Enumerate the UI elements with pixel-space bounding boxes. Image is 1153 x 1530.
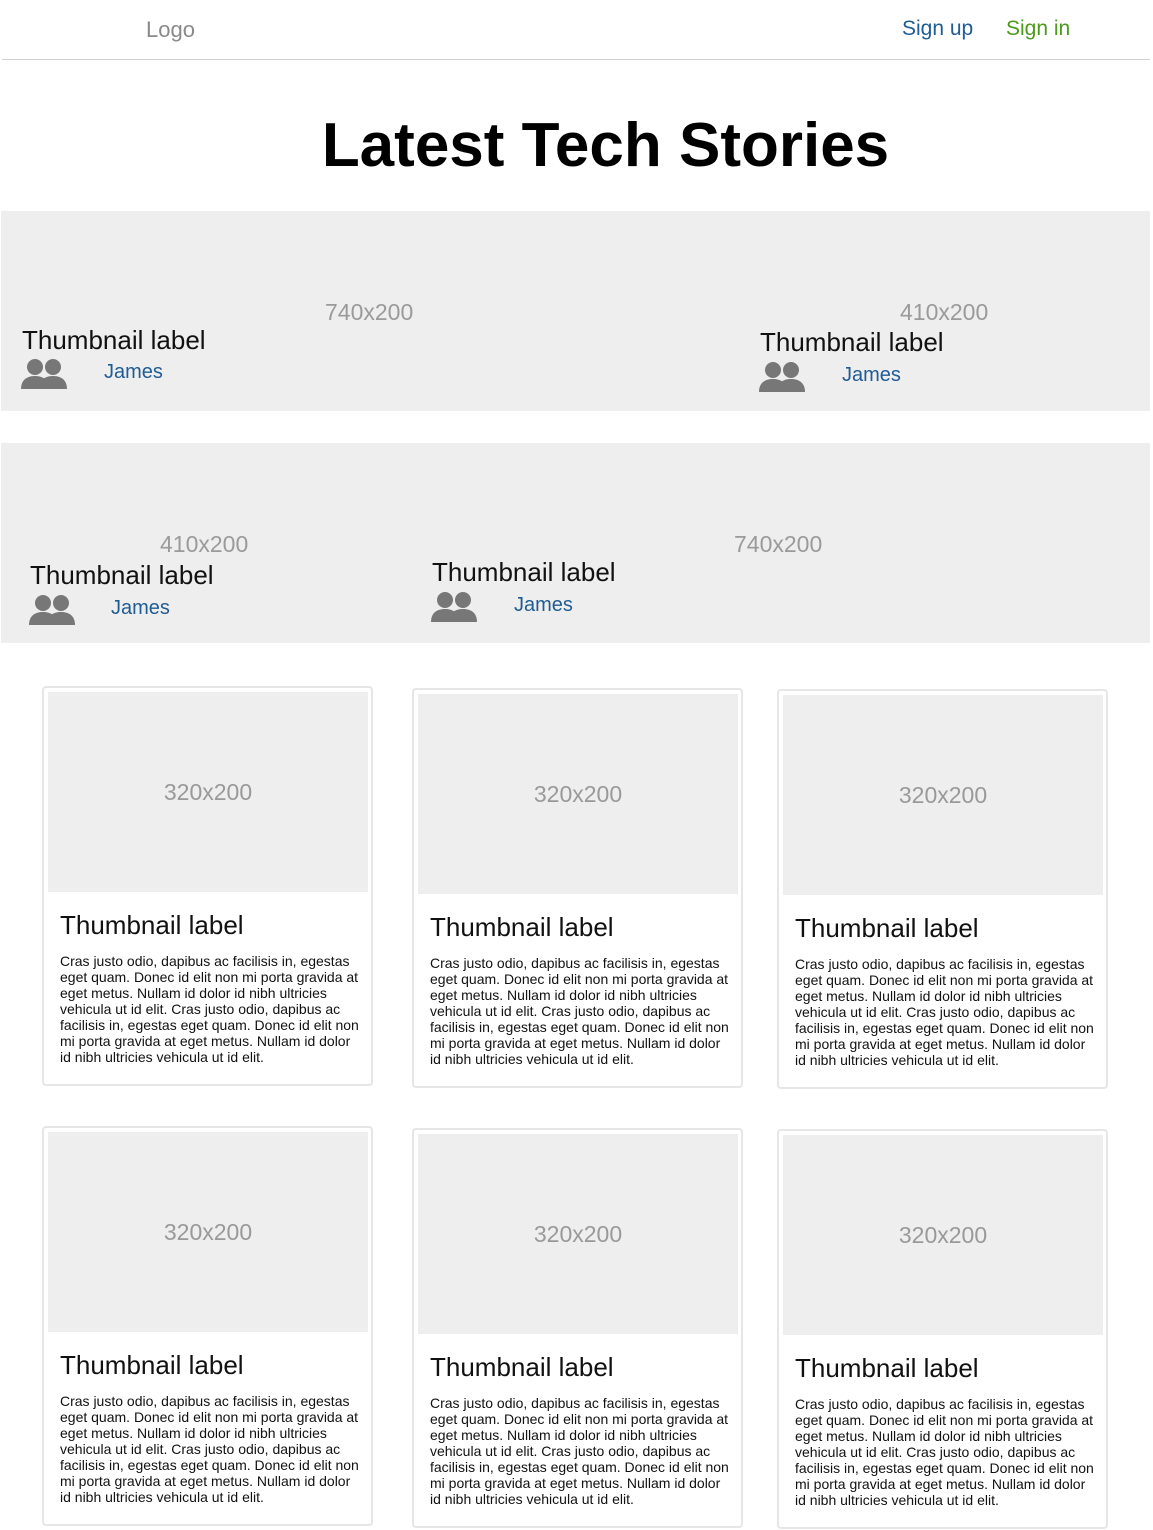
card-title: Thumbnail label — [795, 913, 979, 943]
thumbnail-card[interactable]: 320x200 Thumbnail label Cras justo odio,… — [412, 688, 743, 1088]
sign-in-link[interactable]: Sign in — [1006, 17, 1070, 41]
thumbnail-card[interactable]: 320x200 Thumbnail label Cras justo odio,… — [42, 686, 373, 1086]
image-placeholder-size: 320x200 — [898, 1222, 988, 1248]
image-placeholder-size: 320x200 — [163, 1219, 253, 1245]
thumbnail-label: Thumbnail label — [432, 557, 616, 587]
thumbnail-card[interactable]: 320x200 Thumbnail label Cras justo odio,… — [412, 1128, 743, 1528]
author-name-link[interactable]: James — [514, 594, 573, 617]
top-navbar: Logo Sign up Sign in — [2, 0, 1150, 60]
hero-thumbnail-small[interactable]: 410x200 Thumbnail label James — [1, 443, 411, 643]
card-image-placeholder: 320x200 — [48, 1132, 368, 1332]
card-image-placeholder: 320x200 — [783, 695, 1103, 895]
image-placeholder-size: 740x200 — [325, 299, 414, 325]
image-placeholder-size: 740x200 — [734, 531, 823, 557]
card-description: Cras justo odio, dapibus ac facilisis in… — [430, 955, 729, 1067]
author-name-link[interactable]: James — [104, 361, 163, 384]
thumbnail-card[interactable]: 320x200 Thumbnail label Cras justo odio,… — [42, 1126, 373, 1526]
hero-thumbnail-large[interactable]: 740x200 Thumbnail label James — [411, 443, 1150, 643]
users-icon — [431, 592, 477, 622]
card-description: Cras justo odio, dapibus ac facilisis in… — [795, 1396, 1094, 1508]
card-title: Thumbnail label — [795, 1353, 979, 1383]
users-icon — [29, 595, 75, 625]
hero-thumbnail-small[interactable]: 410x200 Thumbnail label James — [739, 211, 1150, 411]
card-image-placeholder: 320x200 — [48, 692, 368, 892]
author-row: James — [430, 591, 630, 625]
image-placeholder-size: 320x200 — [533, 781, 623, 807]
users-icon — [21, 359, 67, 389]
card-title: Thumbnail label — [60, 1350, 244, 1380]
card-title: Thumbnail label — [60, 910, 244, 940]
image-placeholder-size: 410x200 — [900, 299, 989, 325]
card-title: Thumbnail label — [430, 1352, 614, 1382]
image-placeholder-size: 320x200 — [163, 779, 253, 805]
image-placeholder-size: 410x200 — [160, 531, 249, 557]
hero-thumbnail-large[interactable]: 740x200 Thumbnail label James — [1, 211, 739, 411]
card-title: Thumbnail label — [430, 912, 614, 942]
card-image-placeholder: 320x200 — [418, 694, 738, 894]
sign-up-link[interactable]: Sign up — [902, 17, 973, 41]
hero-row: 410x200 Thumbnail label James 740x200 Th… — [1, 443, 1150, 643]
image-placeholder-size: 320x200 — [898, 782, 988, 808]
author-name-link[interactable]: James — [842, 364, 901, 387]
thumbnail-label: Thumbnail label — [22, 325, 206, 355]
card-description: Cras justo odio, dapibus ac facilisis in… — [60, 953, 359, 1065]
image-placeholder-size: 320x200 — [533, 1221, 623, 1247]
thumbnail-label: Thumbnail label — [760, 327, 944, 357]
card-image-placeholder: 320x200 — [783, 1135, 1103, 1335]
author-row: James — [758, 361, 958, 395]
thumbnail-card[interactable]: 320x200 Thumbnail label Cras justo odio,… — [777, 1129, 1108, 1529]
author-name-link[interactable]: James — [111, 597, 170, 620]
users-icon — [759, 362, 805, 392]
card-description: Cras justo odio, dapibus ac facilisis in… — [795, 956, 1094, 1068]
author-row: James — [20, 358, 220, 392]
hero-row: 740x200 Thumbnail label James 410x200 Th… — [1, 211, 1150, 411]
author-row: James — [28, 594, 228, 628]
card-description: Cras justo odio, dapibus ac facilisis in… — [430, 1395, 729, 1507]
card-image-placeholder: 320x200 — [418, 1134, 738, 1334]
page-title: Latest Tech Stories — [321, 111, 890, 180]
card-description: Cras justo odio, dapibus ac facilisis in… — [60, 1393, 359, 1505]
thumbnail-card[interactable]: 320x200 Thumbnail label Cras justo odio,… — [777, 689, 1108, 1089]
thumbnail-label: Thumbnail label — [30, 560, 214, 590]
logo[interactable]: Logo — [146, 17, 195, 43]
